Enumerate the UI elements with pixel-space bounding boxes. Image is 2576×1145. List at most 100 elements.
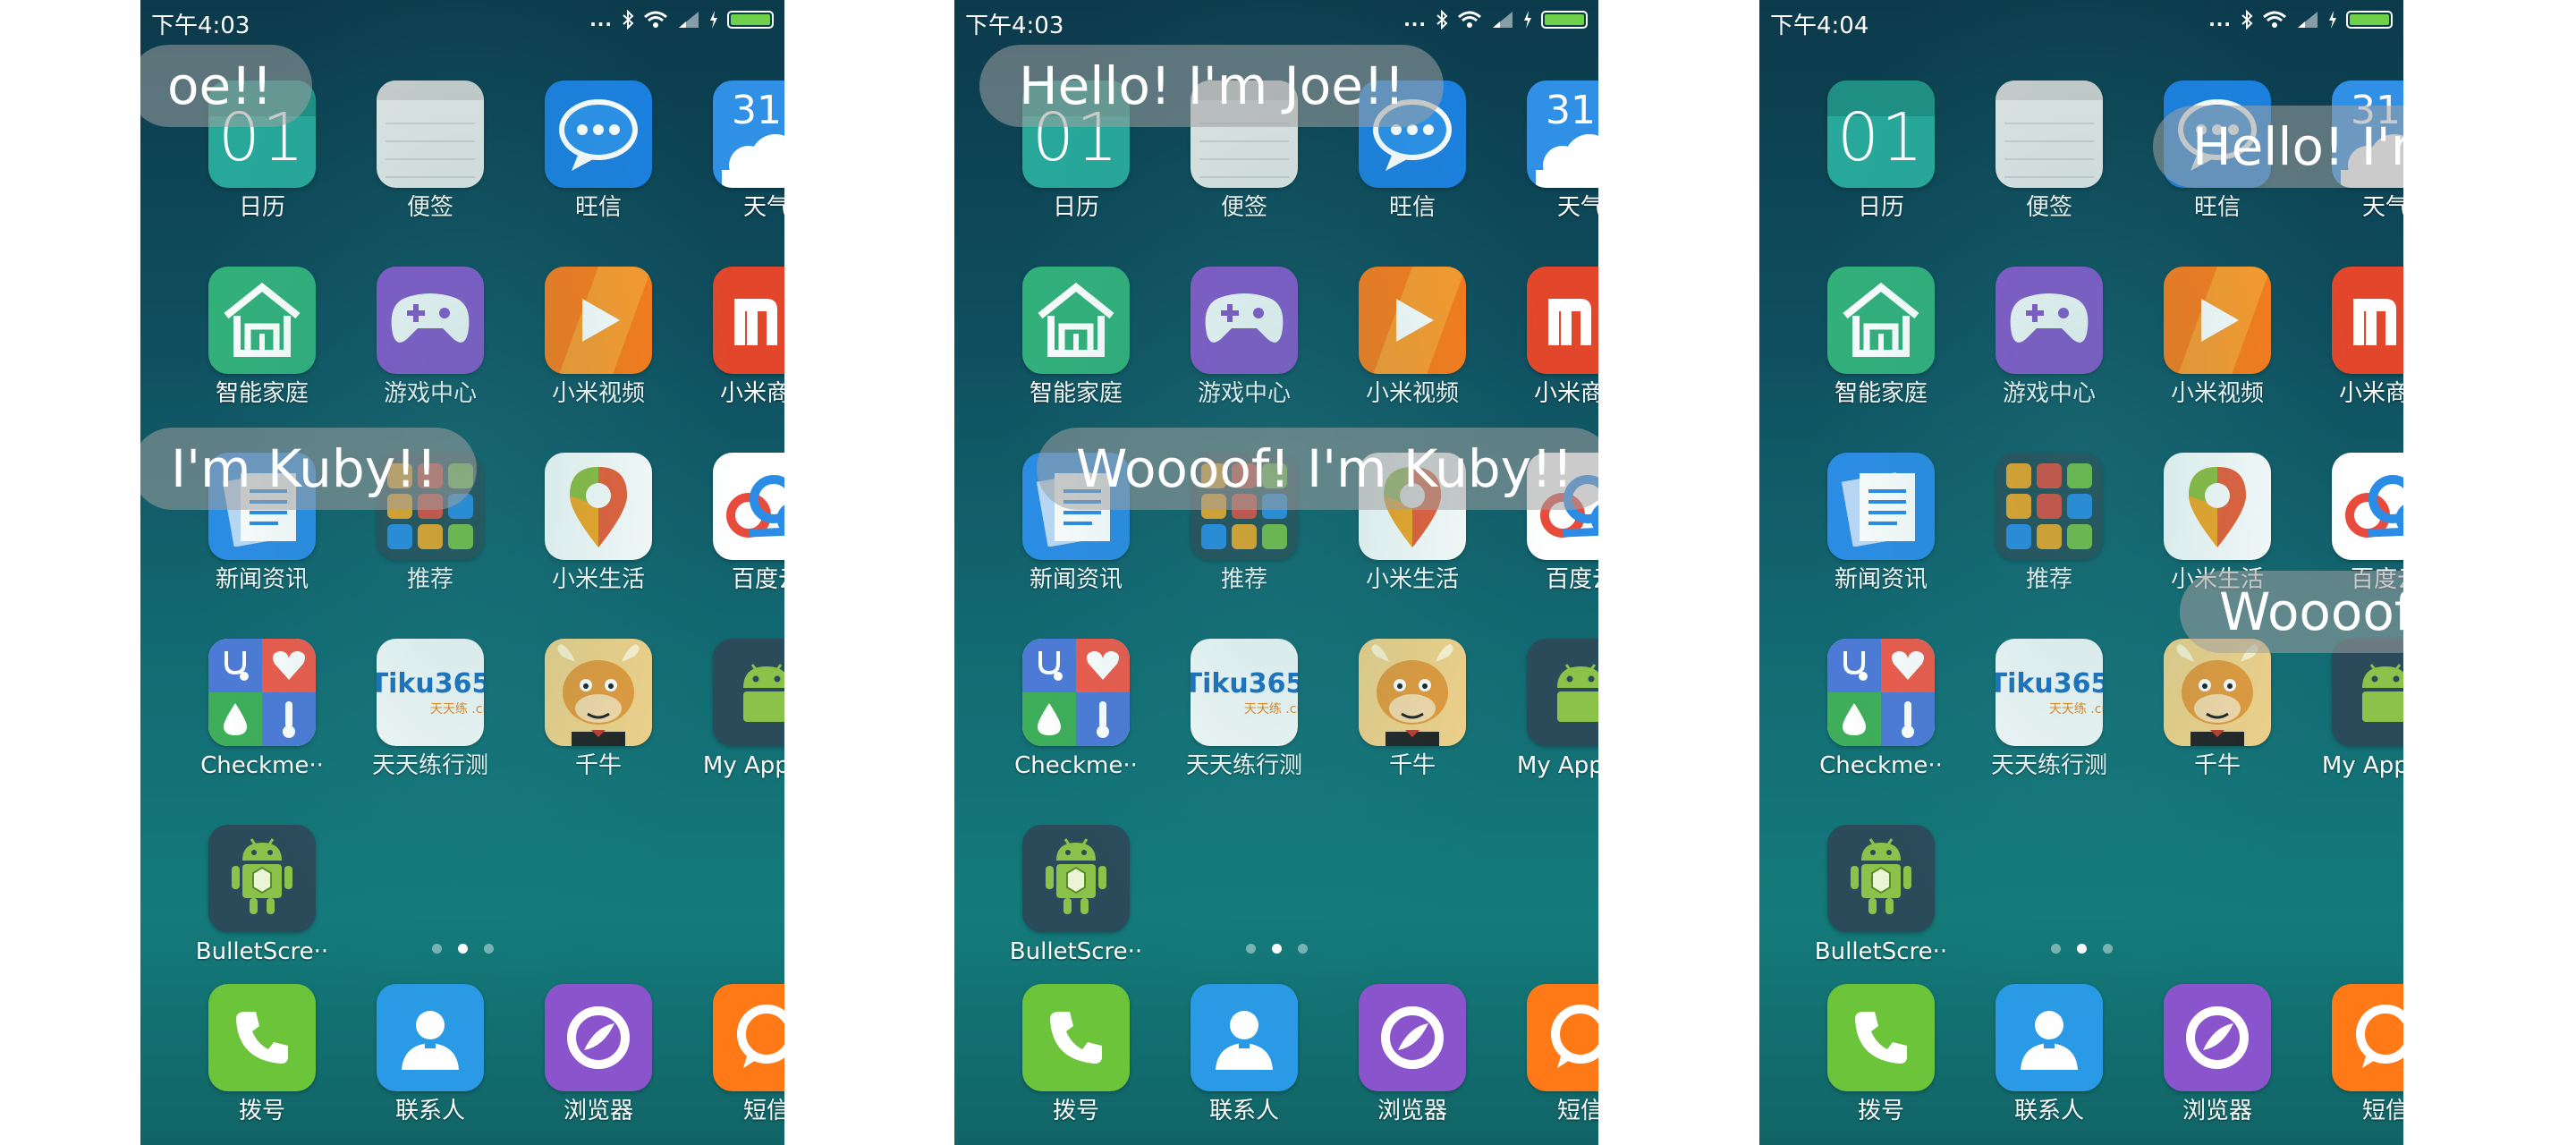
map-pin-icon[interactable] [2164,453,2271,560]
page-dot[interactable] [431,944,442,954]
message-icon[interactable] [2332,984,2403,1091]
page-dot-active[interactable] [457,944,468,954]
dock-app-message[interactable]: 短信 [1504,984,1598,1125]
message-icon[interactable] [1527,984,1598,1091]
app-play[interactable]: 小米视频 [521,267,675,408]
health-icon[interactable] [1022,639,1130,746]
page-dot[interactable] [2050,944,2061,954]
cow-mascot-icon[interactable] [545,639,652,746]
app-notes[interactable]: 便签 [1972,81,2126,222]
app-map-pin[interactable]: 小米生活 [521,453,675,594]
contacts-icon[interactable] [377,984,484,1091]
app-android[interactable]: My Applic·· [2309,639,2403,780]
dock-app-browser[interactable]: 浏览器 [2140,984,2294,1125]
app-chat-bubble[interactable]: 旺信 [521,81,675,222]
smart-home-icon[interactable] [208,267,316,374]
app-weather[interactable]: 31° 天气 [690,81,784,222]
browser-icon[interactable] [2164,984,2271,1091]
notes-icon[interactable] [1996,81,2103,188]
app-tiku[interactable]: Tiku365天天练 .cn 天天练行测 [1972,639,2126,780]
app-calendar[interactable]: 01 日历 [1804,81,1958,222]
page-dot[interactable] [2102,944,2113,954]
smart-home-icon[interactable] [1827,267,1935,374]
health-icon[interactable] [208,639,316,746]
app-health[interactable]: Checkme·· [185,639,339,780]
mi-logo-icon[interactable] [1527,267,1598,374]
phone-icon[interactable] [208,984,316,1091]
calendar-icon[interactable]: 01 [1827,81,1935,188]
app-smart-home[interactable]: 智能家庭 [1804,267,1958,408]
android-box-icon[interactable] [208,825,316,932]
app-weather[interactable]: 31° 天气 [1504,81,1598,222]
phone-icon[interactable] [1827,984,1935,1091]
page-dot-active[interactable] [1271,944,1282,954]
gamepad-icon[interactable] [377,267,484,374]
cow-mascot-icon[interactable] [2164,639,2271,746]
cloud-link-icon[interactable] [713,453,784,560]
app-news[interactable]: 新闻资讯 [1804,453,1958,594]
android-icon[interactable] [713,639,784,746]
android-icon[interactable] [2332,639,2403,746]
dock-app-message[interactable]: 短信 [2309,984,2403,1125]
app-android[interactable]: My Applic·· [690,639,784,780]
page-dot-active[interactable] [2076,944,2087,954]
cow-mascot-icon[interactable] [1359,639,1466,746]
chat-bubble-icon[interactable] [545,81,652,188]
app-smart-home[interactable]: 智能家庭 [999,267,1153,408]
app-cow-mascot[interactable]: 千牛 [2140,639,2294,780]
message-icon[interactable] [713,984,784,1091]
app-mi-logo[interactable]: 小米商城 [2309,267,2403,408]
app-gamepad[interactable]: 游戏中心 [1972,267,2126,408]
android-box-icon[interactable] [1827,825,1935,932]
page-dot[interactable] [1245,944,1256,954]
play-icon[interactable] [2164,267,2271,374]
news-icon[interactable] [1827,453,1935,560]
app-mi-logo[interactable]: 小米商城 [690,267,784,408]
notes-icon[interactable] [377,81,484,188]
dock-app-message[interactable]: 短信 [690,984,784,1125]
dock-app-phone[interactable]: 拨号 [185,984,339,1125]
app-cloud-link[interactable]: 百度云 [690,453,784,594]
mi-logo-icon[interactable] [713,267,784,374]
contacts-icon[interactable] [1996,984,2103,1091]
browser-icon[interactable] [1359,984,1466,1091]
cloud-link-icon[interactable] [2332,453,2403,560]
app-tiku[interactable]: Tiku365天天练 .cn 天天练行测 [1167,639,1321,780]
app-android[interactable]: My Applic·· [1504,639,1598,780]
dock-app-contacts[interactable]: 联系人 [1972,984,2126,1125]
app-health[interactable]: Checkme·· [1804,639,1958,780]
android-icon[interactable] [1527,639,1598,746]
phone-icon[interactable] [1022,984,1130,1091]
dock-app-browser[interactable]: 浏览器 [521,984,675,1125]
app-tiku[interactable]: Tiku365天天练 .cn 天天练行测 [353,639,507,780]
android-box-icon[interactable] [1022,825,1130,932]
weather-icon[interactable]: 31° [713,81,784,188]
mi-logo-icon[interactable] [2332,267,2403,374]
health-icon[interactable] [1827,639,1935,746]
app-gamepad[interactable]: 游戏中心 [353,267,507,408]
app-folder-icon[interactable] [1996,453,2103,560]
app-notes[interactable]: 便签 [353,81,507,222]
dock-app-contacts[interactable]: 联系人 [1167,984,1321,1125]
weather-icon[interactable]: 31° [1527,81,1598,188]
app-gamepad[interactable]: 游戏中心 [1167,267,1321,408]
smart-home-icon[interactable] [1022,267,1130,374]
gamepad-icon[interactable] [1191,267,1298,374]
app-play[interactable]: 小米视频 [2140,267,2294,408]
contacts-icon[interactable] [1191,984,1298,1091]
page-dot[interactable] [483,944,494,954]
page-dot[interactable] [1297,944,1308,954]
app-mi-logo[interactable]: 小米商城 [1504,267,1598,408]
gamepad-icon[interactable] [1996,267,2103,374]
app-health[interactable]: Checkme·· [999,639,1153,780]
play-icon[interactable] [545,267,652,374]
app-play[interactable]: 小米视频 [1335,267,1489,408]
app-cow-mascot[interactable]: 千牛 [1335,639,1489,780]
dock-app-phone[interactable]: 拨号 [999,984,1153,1125]
app-app-folder[interactable]: 推荐 [1972,453,2126,594]
browser-icon[interactable] [545,984,652,1091]
tiku-icon[interactable]: Tiku365天天练 .cn [1191,639,1298,746]
tiku-icon[interactable]: Tiku365天天练 .cn [377,639,484,746]
app-cow-mascot[interactable]: 千牛 [521,639,675,780]
tiku-icon[interactable]: Tiku365天天练 .cn [1996,639,2103,746]
